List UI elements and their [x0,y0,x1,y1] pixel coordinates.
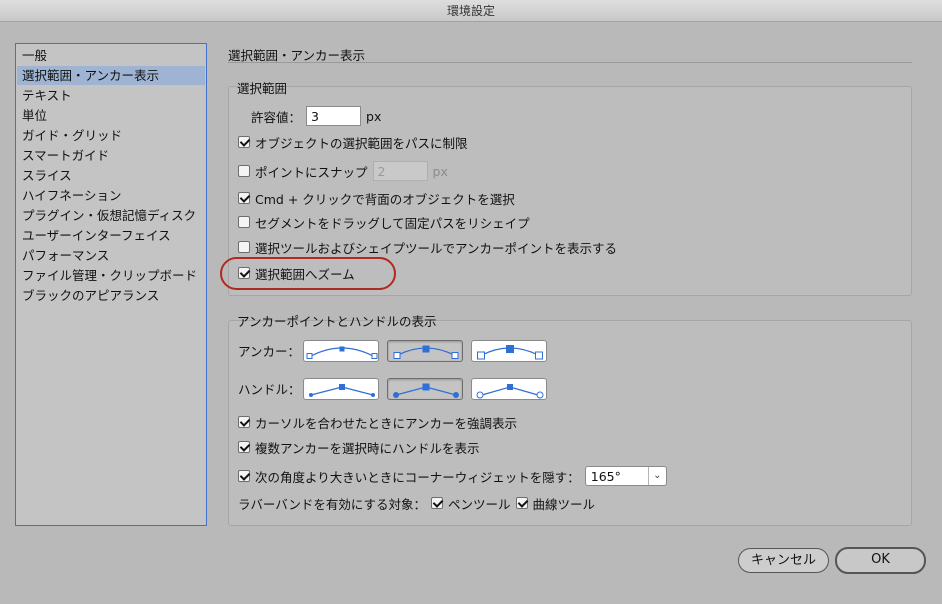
handle-style-3-icon [476,384,544,399]
selection-group-label: 選択範囲 [237,81,288,96]
snap-to-point-input[interactable]: 2 [372,161,428,181]
sidebar-item-units[interactable]: 単位 [17,106,205,125]
tolerance-input[interactable]: 3 [306,106,362,126]
sidebar-item-appearance-of-black[interactable]: ブラックのアピアランス [17,286,205,305]
snap-to-point-checkbox[interactable] [238,165,250,177]
sidebar-item-file-handling[interactable]: ファイル管理・クリップボード [17,266,205,285]
show-handles-multi-row: 複数アンカーを選択時にハンドルを表示 [238,438,480,456]
highlight-anchors-row: カーソルを合わせたときにアンカーを強調表示 [238,413,517,431]
cmd-click-row: Cmd + クリックで背面のオブジェクトを選択 [238,189,515,207]
handle-style-option-1[interactable] [303,378,379,400]
handle-style-option-2[interactable] [387,378,463,400]
rubber-band-label: ラバーバンドを有効にする対象： [238,496,427,512]
sidebar-item-general[interactable]: 一般 [17,46,205,65]
curvature-tool-checkbox[interactable] [515,497,528,509]
show-anchor-points-label: 選択ツールおよびシェイプツールでアンカーポイントを表示する [255,240,618,256]
tolerance-row: 許容値： 3 px [251,106,381,126]
preferences-sidebar: 一般 選択範囲・アンカー表示 テキスト 単位 ガイド・グリッド スマートガイド … [15,43,207,526]
handle-style-1-icon [309,384,375,397]
chevron-down-icon[interactable]: ⌄ [647,467,666,485]
sidebar-item-plugins-scratch-disks[interactable]: プラグイン・仮想記憶ディスク [17,206,205,225]
rubber-band-row: ラバーバンドを有効にする対象： ペンツール 曲線ツール [238,494,595,512]
drag-segment-checkbox[interactable] [238,216,250,228]
handle-style-option-3[interactable] [471,378,547,400]
snap-to-point-label: ポイントにスナップ [255,164,368,180]
cmd-click-checkbox[interactable] [238,192,250,204]
cmd-click-label: Cmd + クリックで背面のオブジェクトを選択 [255,191,515,207]
object-selection-by-path-row: オブジェクトの選択範囲をパスに制限 [238,133,468,151]
hide-corner-widget-label: 次の角度より大きいときにコーナーウィジェットを隠す： [255,469,580,485]
anchor-display-group-label: アンカーポイントとハンドルの表示 [237,314,437,329]
pen-tool-checkbox[interactable] [431,497,444,509]
sidebar-item-hyphenation[interactable]: ハイフネーション [17,186,205,205]
anchor-style-3-icon [477,345,543,360]
drag-segment-row: セグメントをドラッグして固定パスをリシェイプ [238,213,530,231]
anchor-style-option-1[interactable] [303,340,379,362]
show-anchor-points-row: 選択ツールおよびシェイプツールでアンカーポイントを表示する [238,238,617,256]
pen-tool-label: ペンツール [448,496,511,512]
sidebar-item-slices[interactable]: スライス [17,166,205,185]
sidebar-item-selection-anchor-display[interactable]: 選択範囲・アンカー表示 [17,66,205,85]
object-selection-by-path-checkbox[interactable] [238,136,250,148]
anchor-style-1-icon [306,346,378,359]
handle-style-2-icon [393,383,459,398]
sidebar-item-user-interface[interactable]: ユーザーインターフェイス [17,226,205,245]
snap-to-point-row: ポイントにスナップ 2 px [238,161,448,181]
sidebar-item-guides-grid[interactable]: ガイド・グリッド [17,126,205,145]
cancel-button[interactable]: キャンセル [738,548,829,573]
highlight-anchors-checkbox[interactable] [238,416,250,428]
sidebar-item-performance[interactable]: パフォーマンス [17,246,205,265]
tolerance-unit: px [366,108,382,124]
anchor-style-option-2[interactable] [387,340,463,362]
show-handles-multi-label: 複数アンカーを選択時にハンドルを表示 [255,440,480,456]
highlight-anchors-label: カーソルを合わせたときにアンカーを強調表示 [255,415,518,431]
hide-corner-widget-row: 次の角度より大きいときにコーナーウィジェットを隠す： 165° ⌄ [238,465,667,487]
show-handles-multi-checkbox[interactable] [238,441,250,453]
corner-angle-select[interactable]: 165° ⌄ [584,466,667,486]
anchor-style-2-icon [393,345,459,359]
window-title: 環境設定 [0,0,942,22]
snap-to-point-unit: px [432,163,448,179]
anchor-style-label: アンカー： [238,344,301,359]
drag-segment-label: セグメントをドラッグして固定パスをリシェイプ [255,215,530,231]
section-divider [228,62,912,63]
hide-corner-widget-checkbox[interactable] [238,470,250,482]
highlight-annotation-oval [220,257,396,290]
handle-style-label: ハンドル： [238,382,301,397]
anchor-style-option-3[interactable] [471,340,547,362]
show-anchor-points-checkbox[interactable] [238,241,250,253]
corner-angle-value: 165° [590,468,621,484]
curvature-tool-label: 曲線ツール [532,496,596,512]
object-selection-by-path-label: オブジェクトの選択範囲をパスに制限 [255,135,468,151]
tolerance-label: 許容値： [251,109,302,125]
sidebar-item-text[interactable]: テキスト [17,86,205,105]
ok-button[interactable]: OK [835,547,926,574]
sidebar-item-smart-guides[interactable]: スマートガイド [17,146,205,165]
